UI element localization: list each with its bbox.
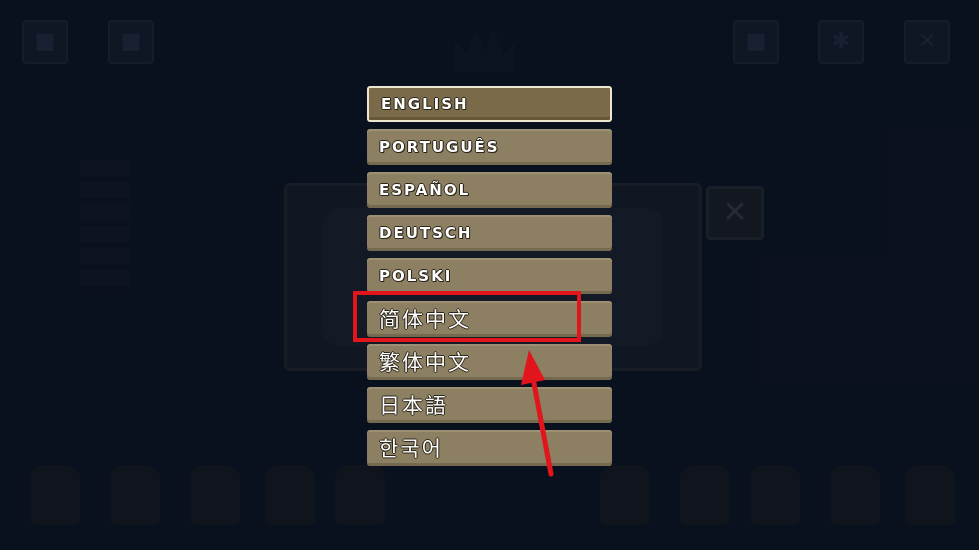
annotation-arrow — [521, 350, 554, 477]
